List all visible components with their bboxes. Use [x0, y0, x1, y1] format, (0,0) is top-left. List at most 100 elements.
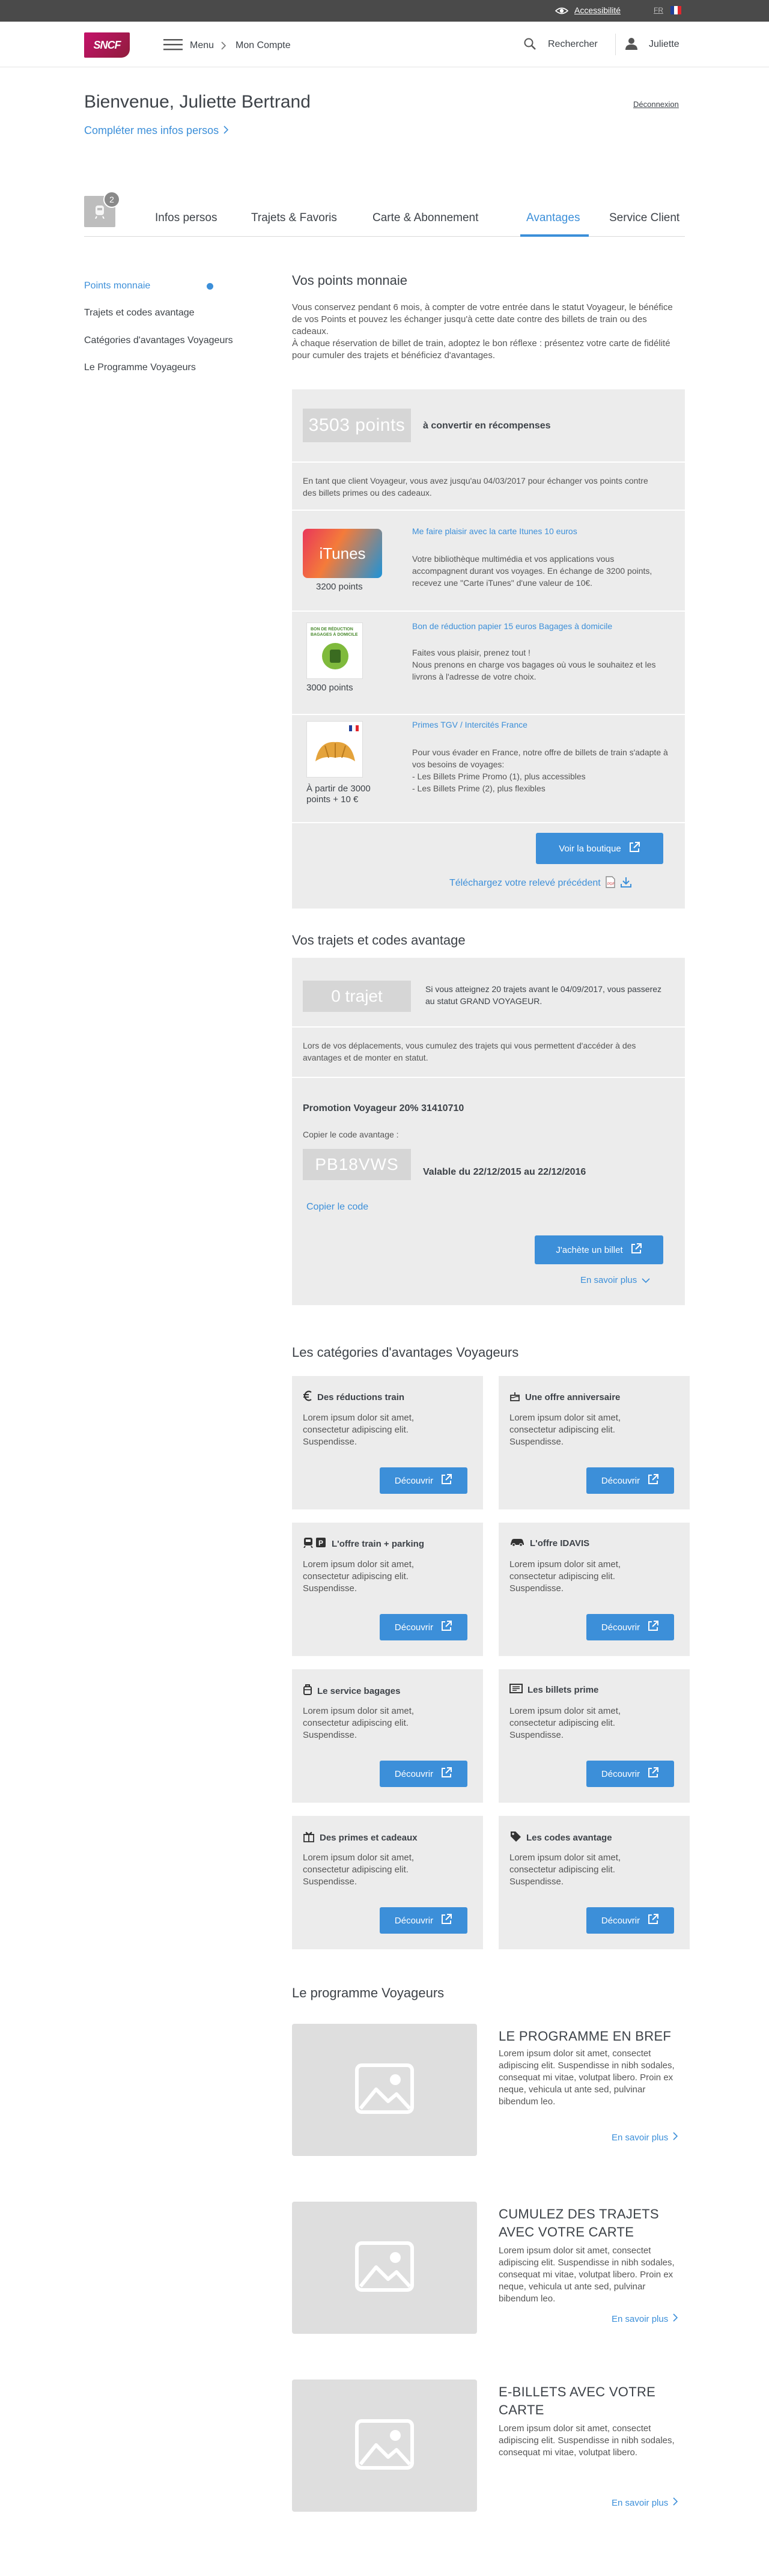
category-card: Les billets prime Lorem ipsum dolor sit a… — [499, 1669, 690, 1803]
tab-infos-persos[interactable]: Infos persos — [155, 212, 217, 225]
image-icon — [354, 2241, 415, 2295]
category-title-text: Des primes et cadeaux — [320, 1832, 418, 1843]
tag-icon — [509, 1830, 521, 1845]
program-more-link[interactable]: En savoir plus — [612, 2497, 678, 2508]
discover-button[interactable]: Découvrir — [380, 1907, 467, 1934]
accessibility-link[interactable]: Accessibilité — [574, 5, 621, 15]
chevron-right-icon — [673, 2132, 678, 2143]
points-intro-text-2: À chaque réservation de billet de train,… — [292, 338, 670, 361]
image-placeholder — [292, 2380, 477, 2512]
external-link-icon — [647, 1473, 659, 1488]
offer-cost: À partir de 3000 points + 10 € — [306, 784, 371, 805]
category-description: Lorem ipsum dolor sit amet, consectetur … — [509, 1413, 621, 1447]
offer-desc-line: - Les Billets Prime (2), plus flexibles — [412, 784, 546, 793]
discover-label: Découvrir — [601, 1475, 640, 1486]
complete-profile-label: Compléter mes infos persos — [84, 124, 219, 136]
sidenav-item-trajets[interactable]: Trajets et codes avantage — [84, 308, 195, 318]
train-parking-icon: P — [303, 1537, 327, 1550]
discover-button[interactable]: Découvrir — [380, 1761, 467, 1787]
complete-profile-link[interactable]: Compléter mes infos persos — [84, 124, 229, 137]
promo-code-box[interactable]: PB18VWS — [303, 1149, 411, 1180]
shop-button[interactable]: Voir la boutique — [536, 833, 663, 864]
eye-icon — [555, 5, 569, 19]
discover-button[interactable]: Découvrir — [586, 1467, 674, 1494]
discover-button[interactable]: Découvrir — [586, 1761, 674, 1787]
program-more-link[interactable]: En savoir plus — [612, 2132, 678, 2143]
program-title-line: AVEC VOTRE CARTE — [499, 2224, 634, 2240]
sidenav-item-categories[interactable]: Catégories d'avantages Voyageurs — [84, 335, 233, 346]
category-description: Lorem ipsum dolor sit amet, consectetur … — [303, 1559, 415, 1594]
gift-icon — [303, 1830, 315, 1845]
bagages-voucher-image[interactable]: BON DE RÉDUCTION BAGAGES À DOMICILE — [306, 623, 363, 679]
panel-divider — [292, 510, 685, 511]
panel-divider — [292, 611, 685, 612]
program-item-description: Lorem ipsum dolor sit amet, consectet ad… — [499, 2246, 675, 2304]
croissant-image[interactable] — [306, 721, 363, 778]
itunes-logo-text: iTunes — [319, 544, 366, 562]
program-title-line: CUMULEZ DES TRAJETS — [499, 2206, 659, 2221]
discover-button[interactable]: Découvrir — [380, 1614, 467, 1640]
chevron-right-icon — [673, 2497, 678, 2508]
offer-link[interactable]: Primes TGV / Intercités France — [412, 720, 527, 729]
external-link-icon — [440, 1767, 452, 1781]
category-card-title: Les billets prime — [509, 1684, 598, 1696]
category-card-title: Les codes avantage — [509, 1830, 612, 1845]
sncf-logo[interactable]: SNCF — [84, 32, 130, 58]
svg-text:P: P — [318, 1539, 323, 1547]
menu-button[interactable]: Menu — [190, 40, 214, 51]
sidenav-item-points[interactable]: Points monnaie — [84, 281, 150, 291]
buy-ticket-button[interactable]: J'achète un billet — [535, 1235, 663, 1264]
download-icon — [620, 876, 632, 891]
search-icon[interactable] — [524, 38, 536, 52]
buy-ticket-label: J'achète un billet — [556, 1244, 623, 1255]
tab-avantages[interactable]: Avantages — [526, 212, 580, 225]
more-label: En savoir plus — [612, 2313, 669, 2324]
category-card: Une offre anniversaire Lorem ipsum dolor … — [499, 1376, 690, 1509]
section-title-trips: Vos trajets et codes avantage — [292, 933, 466, 948]
user-icon[interactable] — [625, 37, 638, 52]
trips-panel: 0 trajet Si vous atteignez 20 trajets av… — [292, 958, 685, 1305]
hamburger-icon[interactable] — [163, 38, 183, 53]
category-title-text: Le service bagages — [317, 1685, 401, 1696]
download-statement-link[interactable]: Téléchargez votre relevé précédent PDF — [449, 876, 632, 891]
category-card-title: Des primes et cadeaux — [303, 1830, 418, 1845]
trips-more-link[interactable]: En savoir plus — [580, 1275, 650, 1285]
category-card: Les codes avantage Lorem ipsum dolor sit … — [499, 1816, 690, 1949]
category-title-text: Les billets prime — [527, 1684, 599, 1695]
more-label: En savoir plus — [580, 1275, 637, 1285]
copy-code-link[interactable]: Copier le code — [306, 1202, 368, 1213]
flag-fr-icon[interactable] — [670, 6, 681, 14]
itunes-image[interactable]: iTunes — [303, 529, 382, 578]
program-more-link[interactable]: En savoir plus — [612, 2313, 678, 2324]
luggage-icon — [303, 1684, 312, 1698]
logo-text: SNCF — [93, 38, 121, 51]
external-link-icon — [647, 1620, 659, 1634]
offer-cost: 3200 points — [316, 582, 363, 592]
tab-carte-abonnement[interactable]: Carte & Abonnement — [372, 212, 478, 225]
external-link-icon — [440, 1620, 452, 1634]
program-item-description: Lorem ipsum dolor sit amet, consectet ad… — [499, 2048, 675, 2107]
tab-service-client[interactable]: Service Client — [609, 212, 679, 225]
user-name[interactable]: Juliette — [649, 39, 679, 50]
offer-link[interactable]: Me faire plaisir avec la carte Itunes 10… — [412, 526, 577, 536]
offer-link[interactable]: Bon de réduction papier 15 euros Bagages… — [412, 621, 612, 631]
category-title-text: L'offre train + parking — [332, 1538, 425, 1549]
search-button[interactable]: Rechercher — [548, 39, 598, 50]
discover-button[interactable]: Découvrir — [586, 1614, 674, 1640]
tab-trajets-favoris[interactable]: Trajets & Favoris — [251, 212, 337, 225]
language-code[interactable]: FR — [654, 6, 663, 14]
logout-link[interactable]: Déconnexion — [633, 100, 679, 109]
page-title: Bienvenue, Juliette Bertrand — [84, 92, 311, 112]
category-card-title: L'offre IDAVIS — [509, 1537, 589, 1549]
discover-button[interactable]: Découvrir — [586, 1907, 674, 1934]
program-item-title: E-BILLETS AVEC VOTRE CARTE — [499, 2383, 685, 2419]
discover-button[interactable]: Découvrir — [380, 1467, 467, 1494]
notification-box[interactable]: 2 — [84, 191, 120, 227]
chevron-right-icon — [223, 125, 229, 136]
sidenav-item-programme[interactable]: Le Programme Voyageurs — [84, 362, 196, 373]
category-description: Lorem ipsum dolor sit amet, consectetur … — [509, 1706, 621, 1740]
shop-button-label: Voir la boutique — [559, 843, 621, 854]
image-placeholder — [292, 2202, 477, 2334]
chevron-down-icon — [642, 1275, 650, 1285]
section-title-program: Le programme Voyageurs — [292, 1985, 445, 2000]
